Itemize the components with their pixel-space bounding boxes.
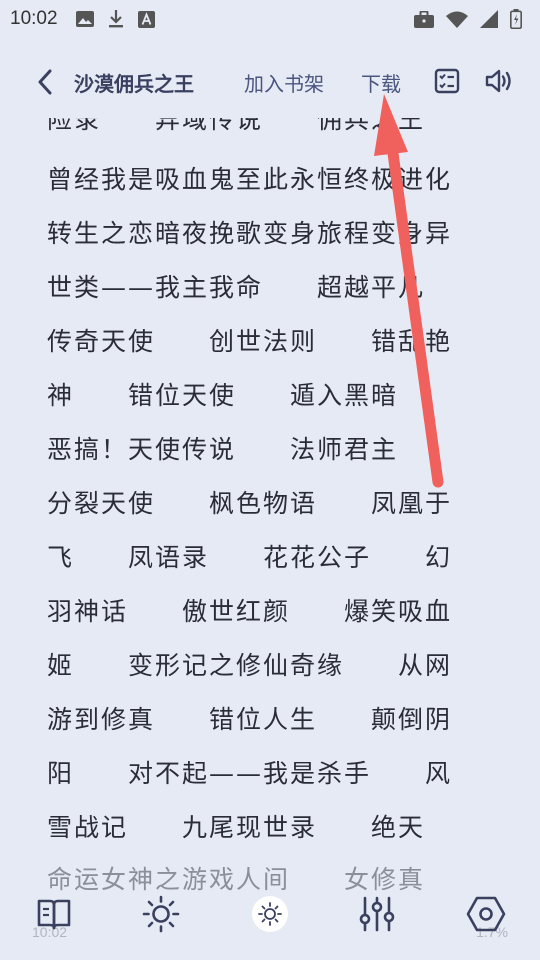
status-right-icons [414,9,522,29]
text-line: 羽神话 傲世红颜 爆笑吸血 [47,597,453,626]
wifi-icon [446,11,468,28]
briefcase-icon [414,10,434,28]
text-line: 世类——我主我命 超越平凡 [47,273,426,302]
chevron-left-icon[interactable] [32,68,58,96]
add-to-shelf-button[interactable]: 加入书架 [244,68,324,97]
text-line: 飞 凤语录 花花公子 幻 [47,543,453,572]
text-line: 传奇天使 创世法则 错乱艳 [47,327,453,356]
brightness-icon[interactable] [139,892,183,936]
text-line: 恶搞！天使传说 法师君主 [47,435,399,464]
status-left-icons [75,10,155,28]
speaker-icon[interactable] [484,66,514,96]
text-line: 神 错位天使 遁入黑暗 [47,381,399,410]
sliders-icon[interactable] [355,892,399,936]
download-icon [108,10,124,28]
reader-toolbar: 沙漠佣兵之王 加入书架 下载 [0,56,540,108]
book-icon[interactable] [32,892,76,936]
checklist-icon[interactable] [432,66,462,96]
text-line: 姬 变形记之修仙奇缘 从网 [47,651,453,680]
text-line: 雪战记 九尾现世录 绝天 [47,813,426,842]
text-a-icon [137,10,155,28]
status-time: 10:02 [10,8,58,29]
text-line: 分裂天使 枫色物语 凤凰于 [47,489,453,518]
text-line: 曾经我是吸血鬼至此永恒终极进化 [47,165,453,194]
image-icon [75,11,94,27]
text-line: 阳 对不起——我是杀手 风 [47,759,453,788]
text-line: 游到修真 错位人生 颠倒阴 [47,705,453,734]
text-line: 转生之恋暗夜挽歌变身旅程变身异 [47,219,453,248]
signal-icon [480,10,498,28]
status-bar: 10:02 [0,0,540,38]
settings-icon[interactable] [464,892,508,936]
battery-icon [510,9,522,29]
bottom-menu [0,892,540,942]
book-title[interactable]: 沙漠佣兵之王 [74,68,194,97]
download-button[interactable]: 下载 [361,68,401,97]
brightness-small-icon[interactable] [248,892,292,936]
